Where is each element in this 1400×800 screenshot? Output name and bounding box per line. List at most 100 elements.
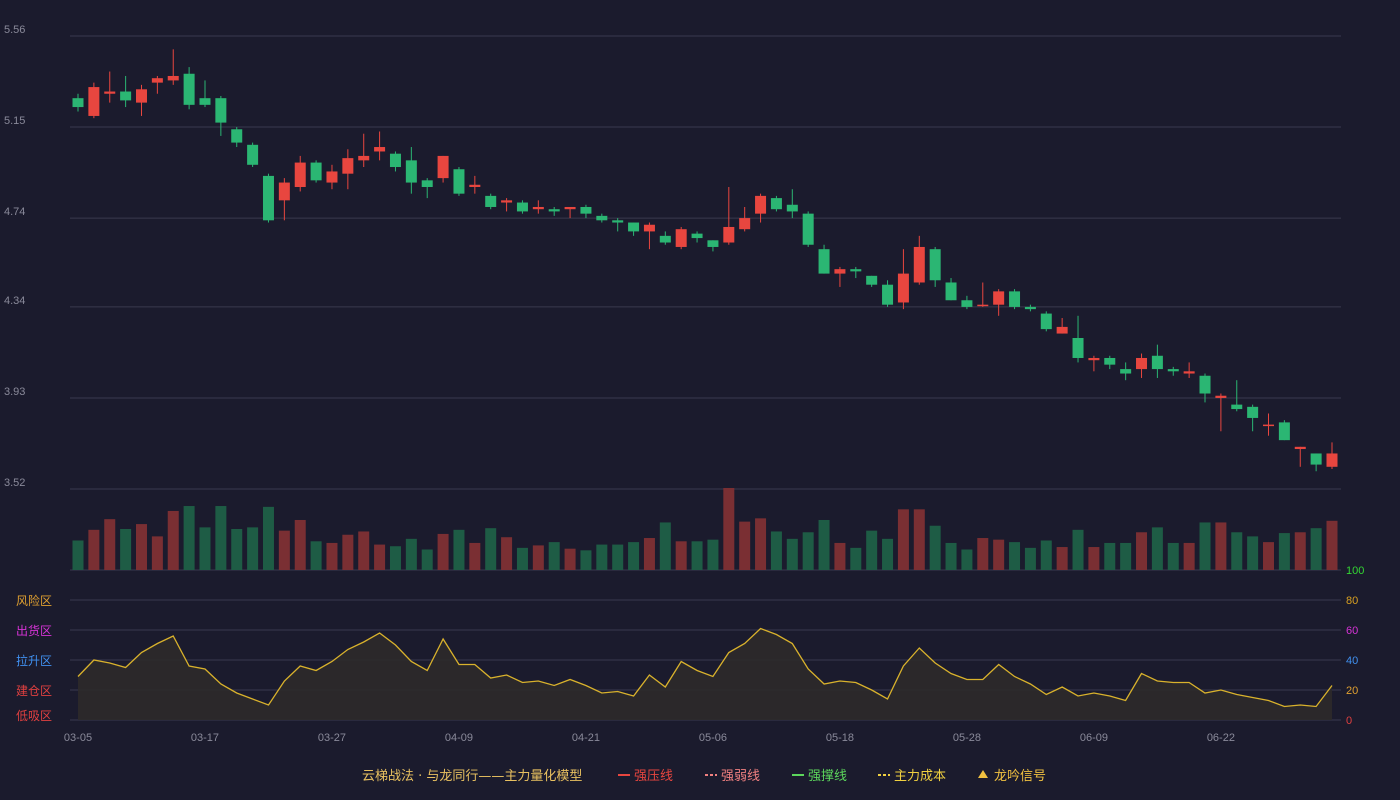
volume-bar: [675, 541, 687, 570]
grid-lines: [70, 35, 1341, 721]
volume-bar: [326, 542, 338, 570]
candle-body: [1009, 291, 1021, 307]
candle-body: [897, 273, 909, 303]
volume-bar: [929, 525, 941, 570]
volume-bar: [1247, 536, 1259, 570]
volume-bar: [1024, 547, 1036, 570]
candle-body: [1231, 404, 1243, 410]
indicator-tick-label: 40: [1346, 655, 1358, 667]
volume-bar: [834, 542, 846, 570]
volume-bar: [437, 533, 449, 570]
volume-bar: [1088, 547, 1100, 570]
volume-bar: [72, 540, 84, 570]
volume-bar: [818, 519, 830, 570]
candle-body: [294, 162, 306, 187]
zone-label: 风险区: [16, 593, 52, 608]
legend: 云梯战法 · 与龙同行——主力量化模型 强压线 强弱线 强撑线 主力成本 龙吟信号: [362, 768, 1046, 784]
volume-bar: [262, 506, 274, 570]
x-tick-label: 04-09: [445, 732, 473, 744]
volume-bar: [389, 546, 401, 570]
volume-bar: [580, 550, 592, 570]
candle-body: [532, 206, 544, 210]
candle-body: [739, 218, 751, 230]
candle-body: [389, 153, 401, 168]
volume-bar: [215, 506, 227, 570]
volume-bar: [739, 521, 751, 570]
volume-bar: [294, 519, 306, 570]
candle-body: [755, 195, 767, 214]
candle-body: [516, 202, 528, 212]
volume-bar: [628, 542, 640, 570]
candle-body: [1247, 406, 1259, 418]
volume-bar: [151, 536, 163, 570]
x-tick-label: 03-05: [64, 732, 92, 744]
volume-bar: [278, 530, 290, 570]
candle-body: [1215, 395, 1227, 398]
candle-body: [1183, 371, 1195, 374]
legend-label: 主力成本: [894, 769, 946, 784]
x-tick-label: 06-22: [1207, 732, 1235, 744]
chart-stage: 5.56 5.15 4.74 4.34 3.93 3.52 100 80 60 40 20 0 风险区出…: [0, 0, 1400, 800]
candle-body: [882, 284, 894, 305]
indicator-tick-label: 80: [1346, 595, 1358, 607]
volume-bar: [88, 529, 100, 570]
candle-body: [151, 78, 163, 83]
candle-body: [612, 220, 624, 223]
candle-body: [1024, 306, 1036, 310]
stock-chart: 5.56 5.15 4.74 4.34 3.93 3.52 100 80 60 40 20 0 风险区出…: [4, 24, 1364, 784]
zone-label: 低吸区: [16, 709, 52, 723]
indicator-area: [77, 627, 1333, 720]
candle-body: [1056, 326, 1068, 334]
indicator-tick-label: 20: [1346, 685, 1358, 697]
volume-bar: [135, 524, 147, 570]
price-tick-label: 3.52: [4, 477, 25, 489]
volume-bar: [374, 544, 386, 570]
candle-body: [358, 155, 370, 161]
candle-body: [135, 89, 147, 103]
volume-bar: [1278, 533, 1290, 570]
volume-bar: [1040, 540, 1052, 570]
candle-body: [802, 213, 814, 245]
volume-bar: [1009, 542, 1021, 570]
candle-body: [120, 91, 132, 101]
volume-bar: [1151, 527, 1163, 570]
volume-bar: [802, 532, 814, 570]
volume-bar: [596, 544, 608, 570]
candle-body: [564, 206, 576, 210]
candle-body: [707, 240, 719, 247]
candle-body: [786, 204, 798, 212]
candle-body: [961, 300, 973, 307]
volume-bar: [199, 527, 211, 570]
candle-body: [945, 282, 957, 301]
volume-bar: [707, 539, 719, 570]
volume-bar: [1104, 542, 1116, 570]
candle-body: [628, 222, 640, 232]
candle-body: [342, 158, 354, 174]
volume-bar: [501, 537, 513, 570]
volume-bar: [358, 531, 370, 570]
volume-bar: [961, 549, 973, 570]
candle-body: [1040, 313, 1052, 330]
indicator-tick-label: 100: [1346, 565, 1364, 577]
candle-body: [421, 180, 433, 187]
zone-label: 拉升区: [16, 653, 52, 668]
candle-body: [993, 291, 1005, 305]
volume-bar: [882, 538, 894, 570]
legend-triangle-icon: [978, 770, 988, 778]
volume-bar: [485, 528, 497, 570]
candle-body: [72, 98, 84, 108]
indicator-tick-label: 0: [1346, 715, 1352, 727]
x-tick-label: 04-21: [572, 732, 600, 744]
volume-bar: [1231, 532, 1243, 570]
volume-bar: [104, 519, 116, 570]
volume-bar: [1183, 542, 1195, 570]
volume-bar: [1056, 547, 1068, 570]
volume-bar: [850, 547, 862, 570]
candle-body: [374, 147, 386, 152]
candle-body: [104, 91, 116, 94]
candle-body: [485, 195, 497, 207]
legend-label: 强撑线: [808, 769, 847, 784]
volume-bar: [1215, 522, 1227, 570]
price-tick-label: 5.56: [4, 24, 25, 36]
candle-body: [1199, 375, 1211, 394]
